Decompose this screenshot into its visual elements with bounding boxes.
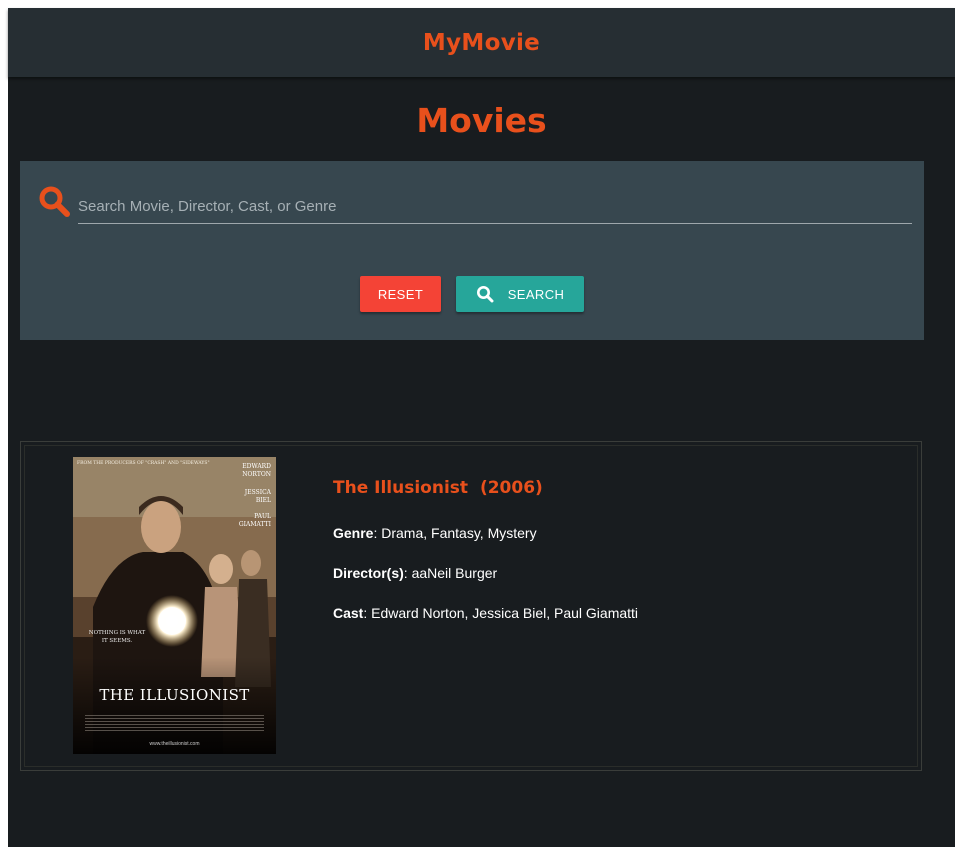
top-navbar: MyMovie bbox=[8, 8, 955, 77]
poster-tagline-top: FROM THE PRODUCERS OF "CRASH" AND "SIDEW… bbox=[77, 461, 210, 466]
movie-result-card[interactable]: FROM THE PRODUCERS OF "CRASH" AND "SIDEW… bbox=[20, 441, 922, 771]
page-title: Movies bbox=[416, 101, 547, 140]
app-viewport: MyMovie Movies RESET SEARCH bbox=[8, 8, 955, 847]
movie-cast: Cast: Edward Norton, Jessica Biel, Paul … bbox=[333, 605, 638, 621]
search-icon bbox=[39, 186, 70, 217]
search-button-icon bbox=[476, 286, 494, 303]
brand-logo[interactable]: MyMovie bbox=[423, 30, 540, 56]
poster-billing-block bbox=[85, 715, 264, 733]
search-button[interactable]: SEARCH bbox=[456, 276, 584, 312]
cast-separator: : bbox=[363, 605, 372, 621]
movie-title-text: The Illusionist bbox=[333, 478, 469, 498]
movie-year: (2006) bbox=[479, 478, 543, 498]
search-button-label: SEARCH bbox=[507, 286, 565, 302]
cast-label: Cast bbox=[333, 605, 364, 621]
movie-director: Director(s): aaNeil Burger bbox=[333, 565, 497, 581]
movie-title[interactable]: The Illusionist (2006) bbox=[333, 478, 543, 498]
poster-credit-3: PAUL GIAMATTI bbox=[238, 513, 271, 528]
reset-button[interactable]: RESET bbox=[360, 276, 441, 312]
director-value: aaNeil Burger bbox=[411, 565, 498, 581]
poster-title: THE ILLUSIONIST bbox=[99, 686, 250, 704]
poster-url: www.theillusionist.com bbox=[149, 741, 200, 747]
movie-poster[interactable]: FROM THE PRODUCERS OF "CRASH" AND "SIDEW… bbox=[73, 457, 276, 754]
poster-credit-2: JESSICA BIEL bbox=[244, 489, 271, 504]
search-panel: RESET SEARCH bbox=[20, 161, 924, 340]
director-separator: : bbox=[403, 565, 412, 581]
cast-value: Edward Norton, Jessica Biel, Paul Giamat… bbox=[371, 605, 639, 621]
poster-tagline: NOTHING IS WHAT IT SEEMS. bbox=[88, 630, 146, 644]
search-input[interactable] bbox=[78, 189, 912, 224]
poster-credit-1: EDWARD NORTON bbox=[242, 463, 271, 478]
genre-value: Drama, Fantasy, Mystery bbox=[381, 525, 537, 541]
director-label: Director(s) bbox=[333, 565, 404, 581]
genre-label: Genre bbox=[333, 525, 374, 541]
movie-genre: Genre: Drama, Fantasy, Mystery bbox=[333, 525, 537, 541]
